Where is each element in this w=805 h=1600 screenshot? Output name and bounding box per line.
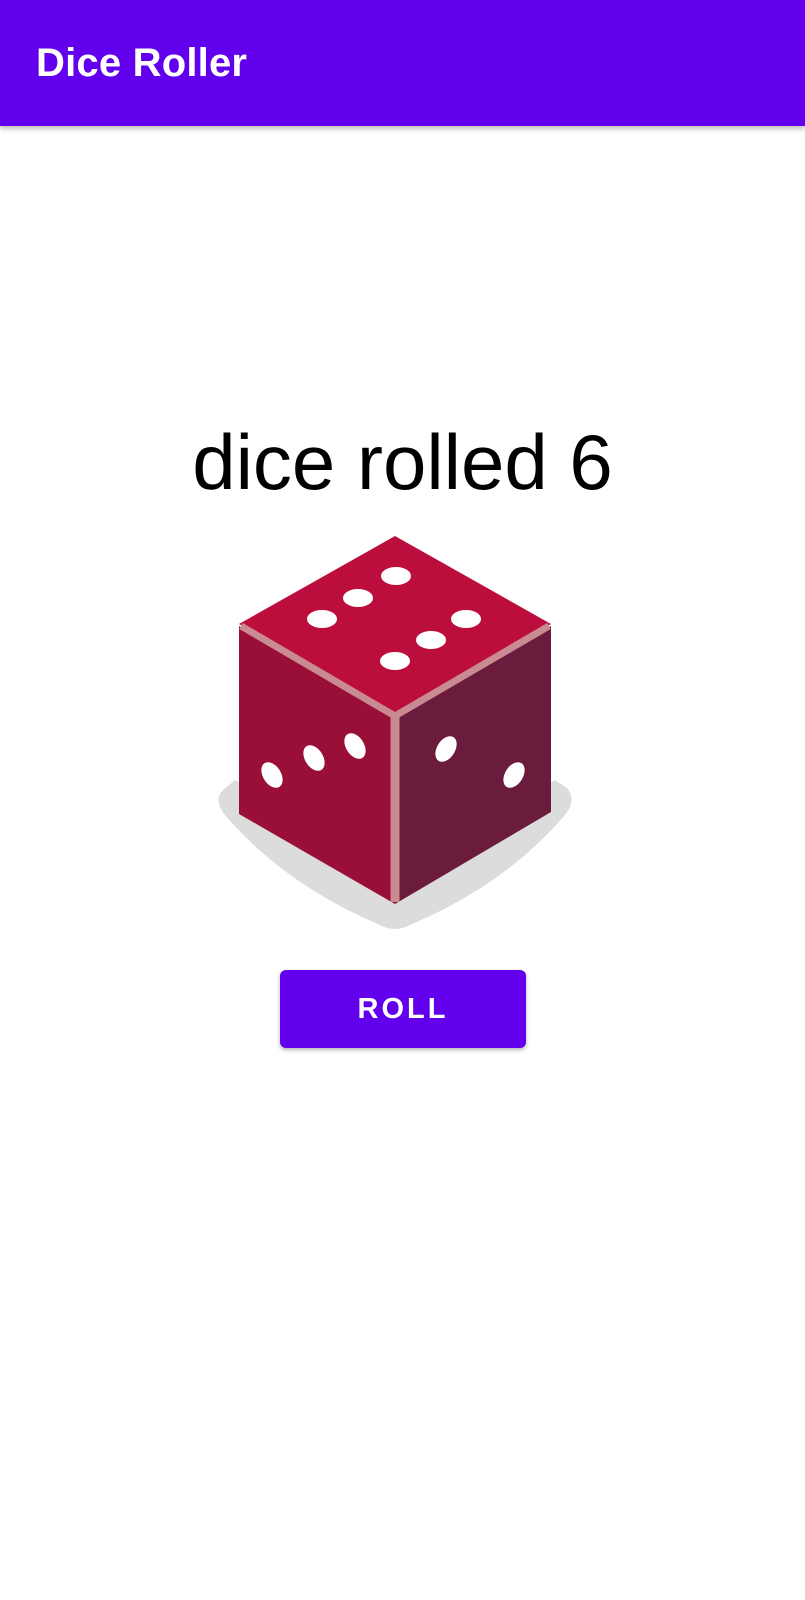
app-title: Dice Roller	[36, 41, 248, 85]
dice-pip	[381, 567, 411, 585]
dice-pip	[416, 631, 446, 649]
dice-six-icon	[218, 536, 572, 929]
roll-button[interactable]: ROLL	[280, 970, 526, 1048]
main-content: dice rolled 6 ROLL	[0, 126, 805, 1600]
dice-pip	[451, 610, 481, 628]
dice-pip	[307, 610, 337, 628]
dice-pip	[380, 652, 410, 670]
app-bar: Dice Roller	[0, 0, 805, 126]
dice-result-text: dice rolled 6	[192, 418, 613, 506]
dice-pip	[343, 589, 373, 607]
